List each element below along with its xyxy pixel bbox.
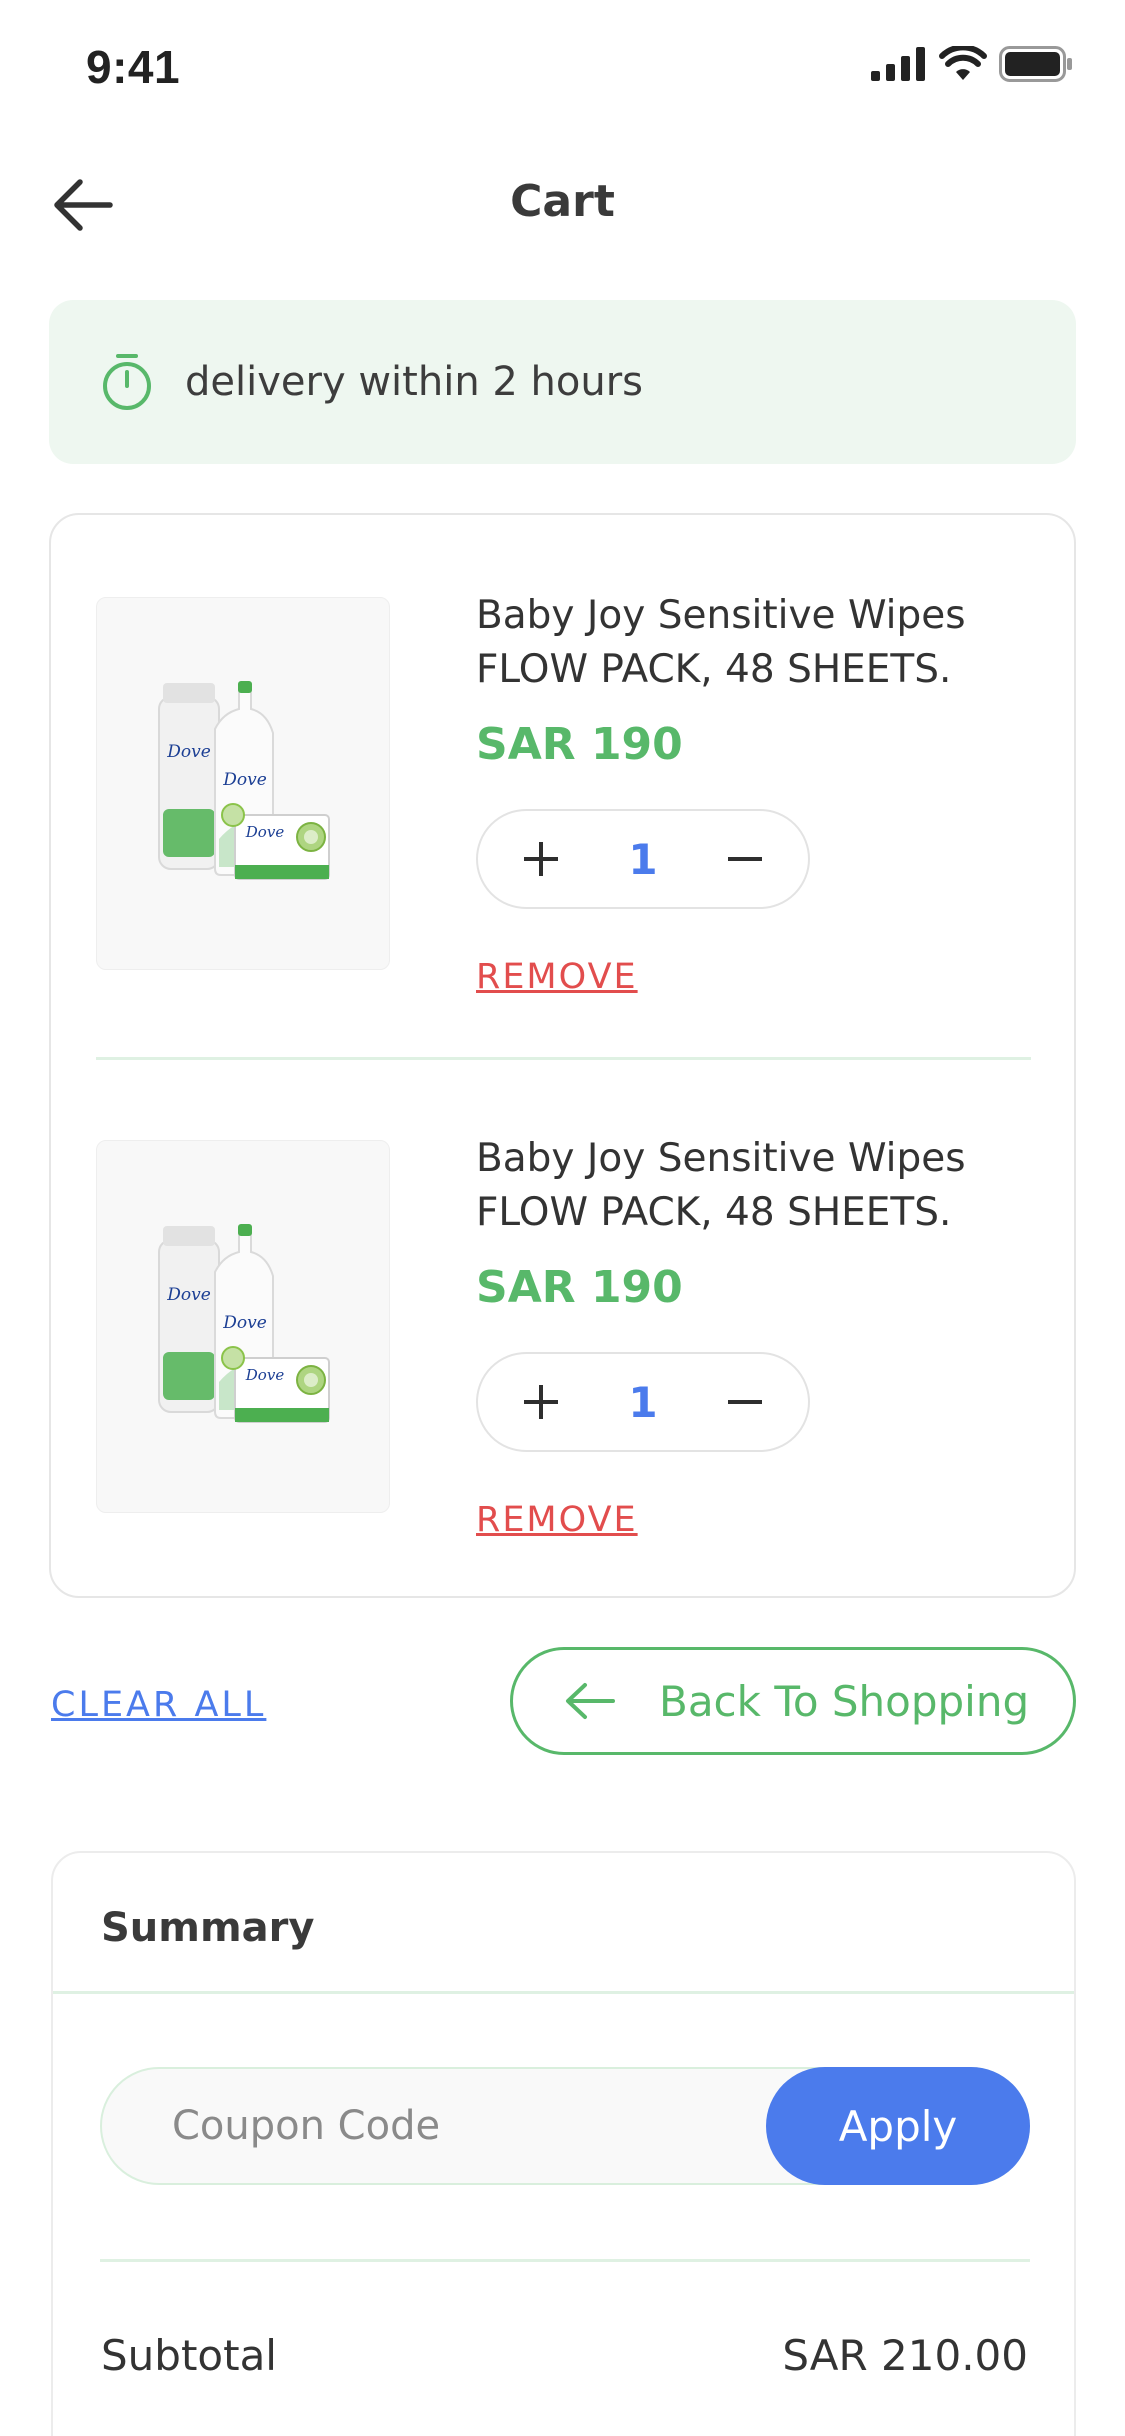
product-price: SAR 190 xyxy=(476,719,683,770)
svg-text:Dove: Dove xyxy=(166,742,211,762)
remove-item-link[interactable]: REMOVE xyxy=(476,957,638,997)
coupon-code-input[interactable] xyxy=(102,2069,762,2183)
product-price: SAR 190 xyxy=(476,1262,683,1313)
delivery-banner: delivery within 2 hours xyxy=(49,300,1076,464)
back-to-shopping-label: Back To Shopping xyxy=(659,1676,1030,1726)
svg-text:Dove: Dove xyxy=(222,770,267,790)
status-bar: 9:41 xyxy=(0,0,1125,132)
subtotal-label: Subtotal xyxy=(101,2331,277,2380)
quantity-stepper: 1 xyxy=(476,809,810,909)
timer-icon xyxy=(103,354,151,410)
product-name[interactable]: Baby Joy Sensitive Wipes FLOW PACK, 48 S… xyxy=(476,589,1036,697)
status-time: 9:41 xyxy=(86,41,181,93)
clear-all-link[interactable]: CLEAR ALL xyxy=(51,1685,266,1725)
battery-icon xyxy=(999,46,1072,82)
product-name[interactable]: Baby Joy Sensitive Wipes FLOW PACK, 48 S… xyxy=(476,1132,1036,1240)
quantity-value: 1 xyxy=(628,834,658,884)
svg-text:Dove: Dove xyxy=(245,823,285,841)
svg-text:Dove: Dove xyxy=(245,1366,285,1384)
summary-card: Summary Apply Subtotal SAR 210.00 xyxy=(51,1851,1076,2436)
cart-item: Dove Dove Dove Baby Joy Sensitive Wipes … xyxy=(96,593,1031,997)
cellular-signal-icon xyxy=(871,47,925,81)
minus-icon[interactable] xyxy=(722,836,768,882)
quantity-stepper: 1 xyxy=(476,1352,810,1452)
summary-divider xyxy=(100,2259,1030,2262)
subtotal-value: SAR 210.00 xyxy=(782,2331,1028,2380)
quantity-value: 1 xyxy=(628,1377,658,1427)
delivery-text: delivery within 2 hours xyxy=(185,359,644,405)
wifi-icon xyxy=(939,46,987,80)
status-icons xyxy=(871,46,1073,82)
plus-icon[interactable] xyxy=(518,836,564,882)
summary-title: Summary xyxy=(101,1905,315,1951)
arrow-left-icon xyxy=(566,1683,615,1719)
summary-divider xyxy=(53,1991,1074,1994)
cart-items-card: Dove Dove Dove Baby Joy Sensitive Wipes … xyxy=(49,513,1076,1598)
product-photo-icon: Dove Dove Dove xyxy=(158,680,330,880)
product-image[interactable]: Dove Dove Dove xyxy=(96,1140,390,1513)
product-image[interactable]: Dove Dove Dove xyxy=(96,597,390,970)
product-photo-icon: Dove Dove Dove xyxy=(158,1223,330,1423)
apply-coupon-button[interactable]: Apply xyxy=(766,2067,1030,2185)
minus-icon[interactable] xyxy=(722,1379,768,1425)
svg-text:Dove: Dove xyxy=(166,1285,211,1305)
item-divider xyxy=(96,1057,1031,1060)
page-title: Cart xyxy=(510,176,615,227)
cart-item: Dove Dove Dove Baby Joy Sensitive Wipes … xyxy=(96,1136,1031,1540)
coupon-row: Apply xyxy=(100,2067,1030,2185)
remove-item-link[interactable]: REMOVE xyxy=(476,1500,638,1540)
svg-text:Dove: Dove xyxy=(222,1313,267,1333)
plus-icon[interactable] xyxy=(518,1379,564,1425)
back-to-shopping-button[interactable]: Back To Shopping xyxy=(510,1647,1076,1755)
